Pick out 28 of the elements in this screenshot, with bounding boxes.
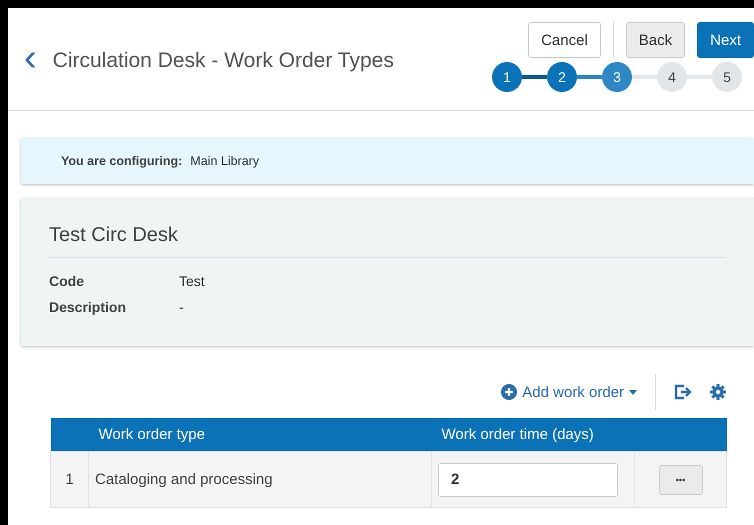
step-indicator: 3: [602, 62, 632, 92]
cancel-button[interactable]: Cancel: [528, 22, 601, 58]
column-header: Work order type: [88, 418, 432, 452]
page-title: Circulation Desk - Work Order Types: [52, 49, 394, 73]
back-arrow[interactable]: ‹: [24, 39, 37, 77]
add-work-order-button[interactable]: Add work order: [501, 384, 637, 400]
caret-icon: [629, 390, 637, 394]
column-header: Work order time (days): [432, 418, 634, 452]
next-button[interactable]: Next: [697, 22, 754, 58]
info-label: You are configuring:: [61, 154, 182, 168]
settings-icon[interactable]: [710, 384, 726, 400]
time-input[interactable]: 2: [438, 462, 618, 496]
row-number: 1: [50, 452, 88, 508]
field-value: -: [179, 298, 184, 317]
field-value: Test: [179, 272, 205, 291]
step-indicator: 4: [657, 62, 687, 92]
step-indicator: 1: [492, 62, 522, 92]
field-label: Code: [49, 272, 85, 291]
step-indicator: 2: [547, 62, 577, 92]
card-title: Test Circ Desk: [49, 198, 726, 258]
info-value: Main Library: [190, 154, 260, 168]
back-button[interactable]: Back: [626, 22, 686, 58]
step-indicator: 5: [712, 62, 742, 92]
plus-circle-icon: [501, 384, 518, 400]
table-cell: Cataloging and processing: [88, 452, 432, 508]
field-label: Description: [49, 298, 128, 317]
more-actions-button[interactable]: •••: [658, 464, 702, 494]
export-icon[interactable]: [674, 384, 692, 400]
